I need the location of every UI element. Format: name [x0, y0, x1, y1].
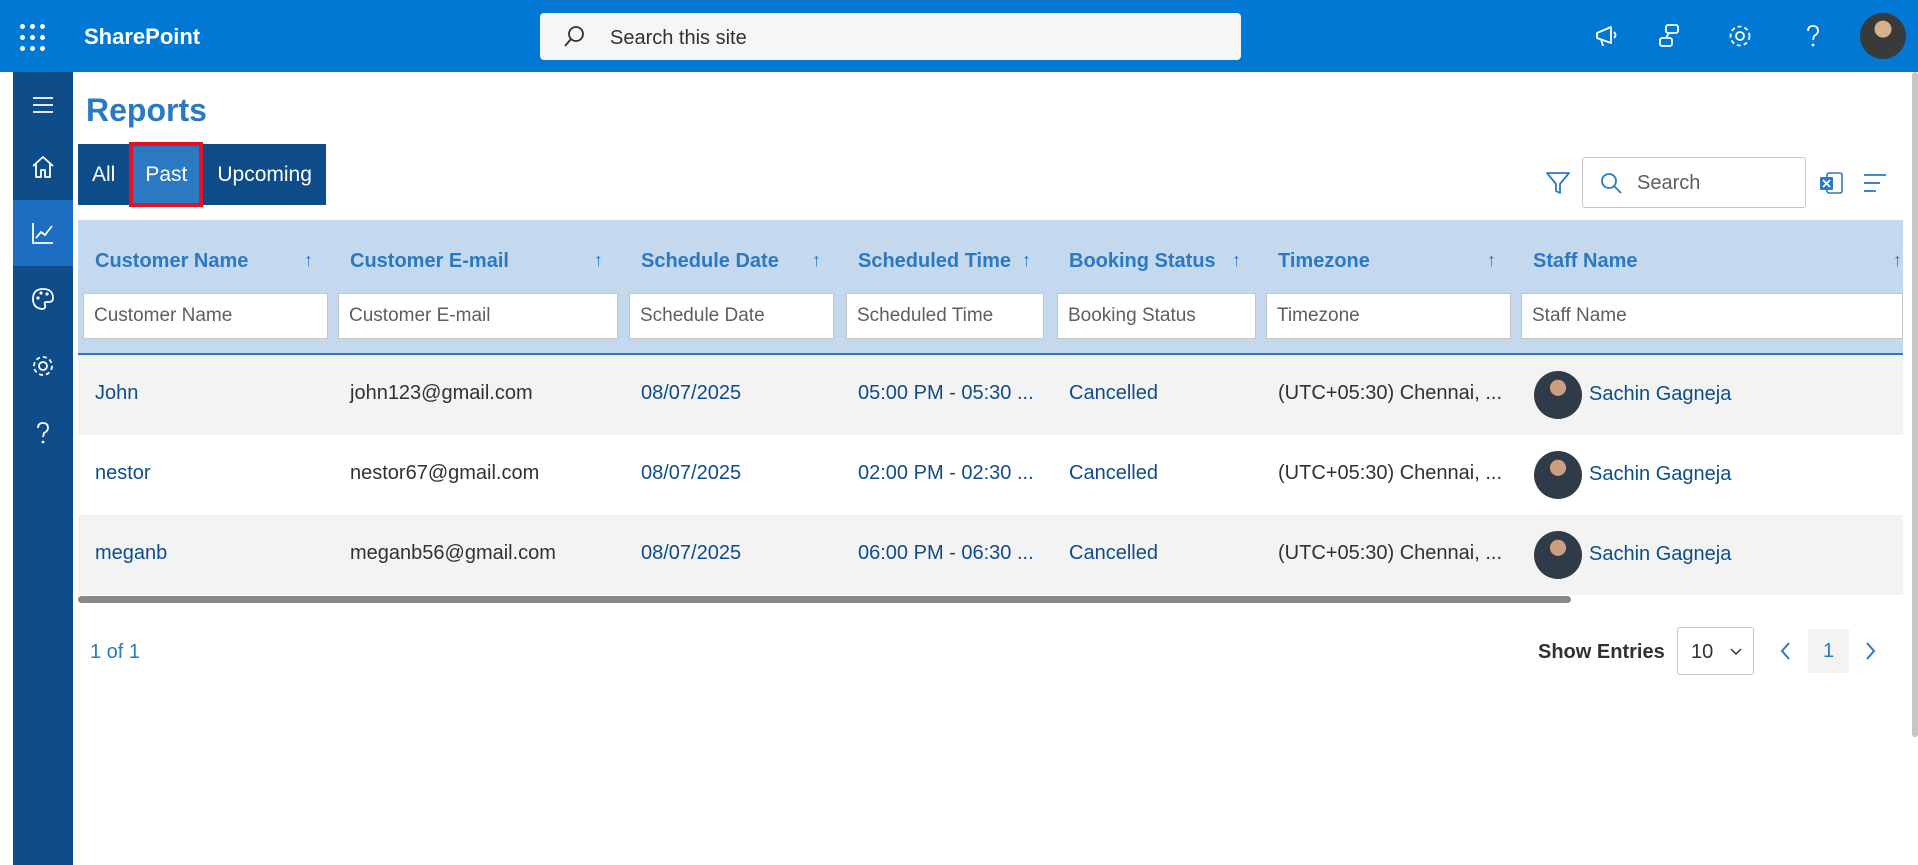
- user-avatar[interactable]: [1860, 13, 1906, 59]
- excel-export-icon[interactable]: [1818, 170, 1844, 196]
- suite-bar: SharePoint Search this site: [0, 0, 1918, 72]
- cell-email: meganb56@gmail.com: [350, 542, 556, 564]
- cell-status: Cancelled: [1069, 542, 1158, 564]
- filter-icon[interactable]: [1545, 170, 1571, 196]
- tab-bar: All Past Upcoming: [78, 142, 326, 207]
- settings-gear-icon: [33, 356, 53, 376]
- entries-value: 10: [1691, 641, 1714, 663]
- nav-themes[interactable]: [13, 266, 73, 332]
- rail-margin: [0, 72, 13, 865]
- home-icon: [32, 156, 54, 178]
- sort-arrow-icon[interactable]: ↑: [1022, 250, 1031, 271]
- filter-schedule-date-input[interactable]: Schedule Date: [629, 293, 834, 339]
- megaphone-icon[interactable]: [1593, 22, 1621, 50]
- table-row[interactable]: meganb meganb56@gmail.com 08/07/2025 06:…: [78, 515, 1903, 595]
- column-header-customer-email[interactable]: Customer E-mail: [350, 250, 509, 273]
- nav-menu-toggle[interactable]: [13, 72, 73, 138]
- tab-past[interactable]: Past: [129, 142, 204, 207]
- site-search-box[interactable]: Search this site: [540, 13, 1241, 60]
- cell-timezone: (UTC+05:30) Chennai, ...: [1278, 382, 1502, 404]
- cell-timezone: (UTC+05:30) Chennai, ...: [1278, 462, 1502, 484]
- column-header-booking-status[interactable]: Booking Status: [1069, 250, 1216, 273]
- cell-email: nestor67@gmail.com: [350, 462, 540, 484]
- column-options-icon[interactable]: [1862, 172, 1888, 194]
- network-icon[interactable]: [1655, 22, 1683, 50]
- palette-icon: [32, 288, 54, 310]
- table-header: Customer Name ↑ Customer E-mail ↑ Schedu…: [78, 220, 1903, 355]
- column-header-scheduled-time[interactable]: Scheduled Time: [858, 250, 1011, 273]
- previous-page-icon[interactable]: [1775, 637, 1797, 665]
- sort-arrow-icon[interactable]: ↑: [1232, 250, 1241, 271]
- nav-settings[interactable]: [13, 333, 73, 399]
- search-icon: [564, 26, 584, 47]
- site-search-placeholder: Search this site: [610, 27, 747, 49]
- table-row[interactable]: nestor nestor67@gmail.com 08/07/2025 02:…: [78, 435, 1903, 515]
- cell-customer-name[interactable]: John: [95, 382, 138, 405]
- cell-status: Cancelled: [1069, 462, 1158, 484]
- chevron-down-icon: [1730, 648, 1742, 656]
- settings-gear-icon[interactable]: [1726, 22, 1754, 50]
- nav-home[interactable]: [13, 134, 73, 200]
- cell-email: john123@gmail.com: [350, 382, 533, 404]
- help-icon: [37, 422, 49, 444]
- cell-staff-name[interactable]: Sachin Gagneja: [1589, 543, 1731, 566]
- filter-scheduled-time-input[interactable]: Scheduled Time: [846, 293, 1044, 339]
- page-number-button[interactable]: 1: [1808, 629, 1849, 673]
- filter-booking-status-input[interactable]: Booking Status: [1057, 293, 1256, 339]
- app-root: SharePoint Search this site Reports All …: [0, 0, 1918, 865]
- chart-icon: [32, 223, 53, 244]
- cell-staff-name[interactable]: Sachin Gagneja: [1589, 383, 1731, 406]
- search-icon: [1601, 173, 1622, 194]
- column-header-customer-name[interactable]: Customer Name: [95, 250, 248, 273]
- column-header-timezone[interactable]: Timezone: [1278, 250, 1370, 273]
- filter-customer-name-input[interactable]: Customer Name: [83, 293, 328, 339]
- cell-time: 02:00 PM - 02:30 ...: [858, 462, 1034, 484]
- cell-staff-name[interactable]: Sachin Gagneja: [1589, 463, 1731, 486]
- entries-select[interactable]: 10: [1677, 627, 1754, 675]
- column-header-staff-name[interactable]: Staff Name: [1533, 250, 1637, 273]
- table-search-box[interactable]: Search: [1582, 157, 1806, 208]
- hamburger-icon: [33, 97, 53, 113]
- next-page-icon[interactable]: [1859, 637, 1881, 665]
- help-icon[interactable]: [1799, 22, 1827, 50]
- tab-all[interactable]: All: [78, 144, 129, 205]
- horizontal-scrollbar[interactable]: [78, 596, 1571, 603]
- staff-avatar: [1534, 451, 1582, 499]
- cell-timezone: (UTC+05:30) Chennai, ...: [1278, 542, 1502, 564]
- cell-status: Cancelled: [1069, 382, 1158, 404]
- show-entries-label: Show Entries: [1538, 641, 1665, 663]
- cell-time: 05:00 PM - 05:30 ...: [858, 382, 1034, 404]
- left-nav-rail: [13, 72, 73, 865]
- filter-timezone-input[interactable]: Timezone: [1266, 293, 1511, 339]
- nav-reports[interactable]: [13, 200, 73, 266]
- staff-avatar: [1534, 531, 1582, 579]
- vertical-scrollbar[interactable]: [1912, 72, 1918, 737]
- cell-date: 08/07/2025: [641, 382, 742, 404]
- sort-arrow-icon[interactable]: ↑: [304, 250, 313, 271]
- cell-date: 08/07/2025: [641, 462, 742, 484]
- nav-help[interactable]: [13, 400, 73, 466]
- table-row[interactable]: John john123@gmail.com 08/07/2025 05:00 …: [78, 355, 1903, 435]
- table-search-placeholder: Search: [1637, 172, 1701, 194]
- sort-arrow-icon[interactable]: ↑: [812, 250, 821, 271]
- cell-date: 08/07/2025: [641, 542, 742, 564]
- app-launcher-icon[interactable]: [20, 24, 48, 52]
- tab-upcoming[interactable]: Upcoming: [203, 144, 326, 205]
- page-title: Reports: [86, 92, 207, 128]
- cell-customer-name[interactable]: nestor: [95, 462, 151, 485]
- column-header-schedule-date[interactable]: Schedule Date: [641, 250, 779, 273]
- sort-arrow-icon[interactable]: ↑: [1893, 250, 1902, 271]
- cell-customer-name[interactable]: meganb: [95, 542, 167, 565]
- brand-title[interactable]: SharePoint: [84, 24, 200, 50]
- sort-arrow-icon[interactable]: ↑: [594, 250, 603, 271]
- page-summary: 1 of 1: [90, 641, 141, 663]
- cell-time: 06:00 PM - 06:30 ...: [858, 542, 1034, 564]
- sort-arrow-icon[interactable]: ↑: [1487, 250, 1496, 271]
- staff-avatar: [1534, 371, 1582, 419]
- filter-staff-name-input[interactable]: Staff Name: [1521, 293, 1903, 339]
- filter-customer-email-input[interactable]: Customer E-mail: [338, 293, 618, 339]
